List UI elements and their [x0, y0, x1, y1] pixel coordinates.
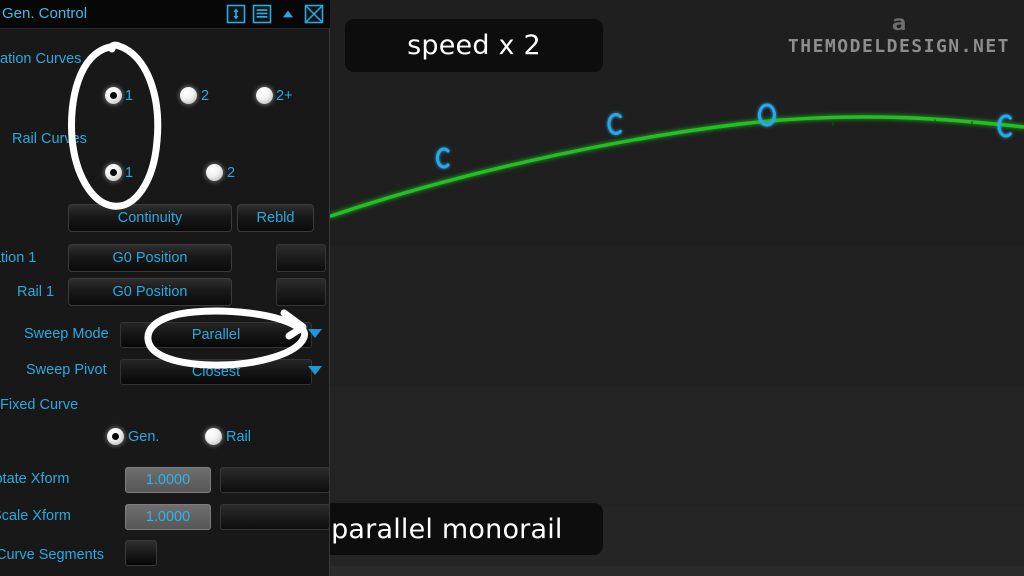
rail-curves-radio-1-label: 1	[125, 165, 134, 181]
generation-1-extra-slot[interactable]	[276, 244, 326, 272]
rail-curves-radio-2[interactable]	[206, 164, 223, 181]
rail-curves-label: Rail Curves	[12, 131, 87, 147]
sweep-pivot-label: Sweep Pivot	[26, 362, 107, 378]
fixed-curve-label: Fixed Curve	[0, 397, 79, 413]
sweep-pivot-dropdown[interactable]: Closest	[120, 359, 312, 385]
generation-1-continuity-button[interactable]: G0 Position	[68, 244, 232, 272]
collapse-up-icon[interactable]	[278, 4, 298, 24]
rotate-xform-label: Rotate Xform	[0, 471, 70, 487]
menu-list-icon[interactable]	[252, 4, 272, 24]
generation-curves-radio-1-label: 1	[125, 88, 134, 104]
rotate-xform-field[interactable]: 1.0000	[125, 467, 211, 493]
sweep-mode-chevron-down-icon[interactable]	[308, 329, 322, 338]
profile-curve-markers[interactable]	[436, 103, 1012, 169]
fixed-curve-radio-gen[interactable]	[107, 428, 124, 445]
generation-curves-radio-2[interactable]	[180, 87, 197, 104]
header-icon-group	[226, 4, 324, 24]
gen-control-panel: Gen. Control ation Curves 1 2 2+ Rail Cu…	[0, 0, 330, 576]
curve-segments-label: Curve Segments	[0, 547, 104, 563]
screenshot-root: a THEMODELDESIGN.NET speed x 2 1x1 paral…	[0, 0, 1024, 576]
generation-curves-radio-2-label: 2	[201, 88, 210, 104]
sweep-mode-label: Sweep Mode	[24, 326, 109, 342]
continuity-button[interactable]: Continuity	[68, 204, 232, 232]
generation-curves-radio-2plus-label: 2+	[276, 88, 293, 104]
generation-curves-label: ation Curves	[0, 51, 82, 67]
profile-marker-2[interactable]	[607, 113, 622, 135]
caption-speed: speed x 2	[345, 19, 603, 72]
rebuild-button[interactable]: Rebld	[237, 204, 314, 232]
rail-1-continuity-button[interactable]: G0 Position	[68, 278, 232, 306]
fixed-curve-radio-rail-label: Rail	[226, 429, 251, 445]
rail-curve[interactable]	[329, 115, 1024, 218]
rail-1-extra-slot[interactable]	[276, 278, 326, 306]
scale-xform-label: Scale Xform	[0, 508, 71, 524]
generation-1-label: ration 1	[0, 250, 37, 266]
profile-marker-1[interactable]	[436, 147, 450, 169]
resize-vertical-icon[interactable]	[226, 4, 246, 24]
curve-segments-checkbox[interactable]	[125, 540, 157, 566]
rotate-xform-slider-slot[interactable]	[220, 467, 330, 493]
fixed-curve-radio-rail[interactable]	[205, 428, 222, 445]
panel-title: Gen. Control	[2, 5, 88, 22]
panel-header[interactable]: Gen. Control	[0, 0, 330, 29]
rail-curves-radio-2-label: 2	[227, 165, 236, 181]
scale-xform-slider-slot[interactable]	[220, 504, 330, 530]
rail-1-label: Rail 1	[17, 284, 55, 300]
sweep-pivot-chevron-down-icon[interactable]	[308, 366, 322, 375]
generation-curves-radio-2plus[interactable]	[256, 87, 273, 104]
rail-curves-radio-1[interactable]	[105, 164, 122, 181]
sweep-mode-dropdown[interactable]: Parallel	[120, 322, 312, 348]
close-icon[interactable]	[304, 4, 324, 24]
fixed-curve-radio-gen-label: Gen.	[128, 429, 160, 445]
scale-xform-field[interactable]: 1.0000	[125, 504, 211, 530]
generation-curves-radio-1[interactable]	[105, 87, 122, 104]
